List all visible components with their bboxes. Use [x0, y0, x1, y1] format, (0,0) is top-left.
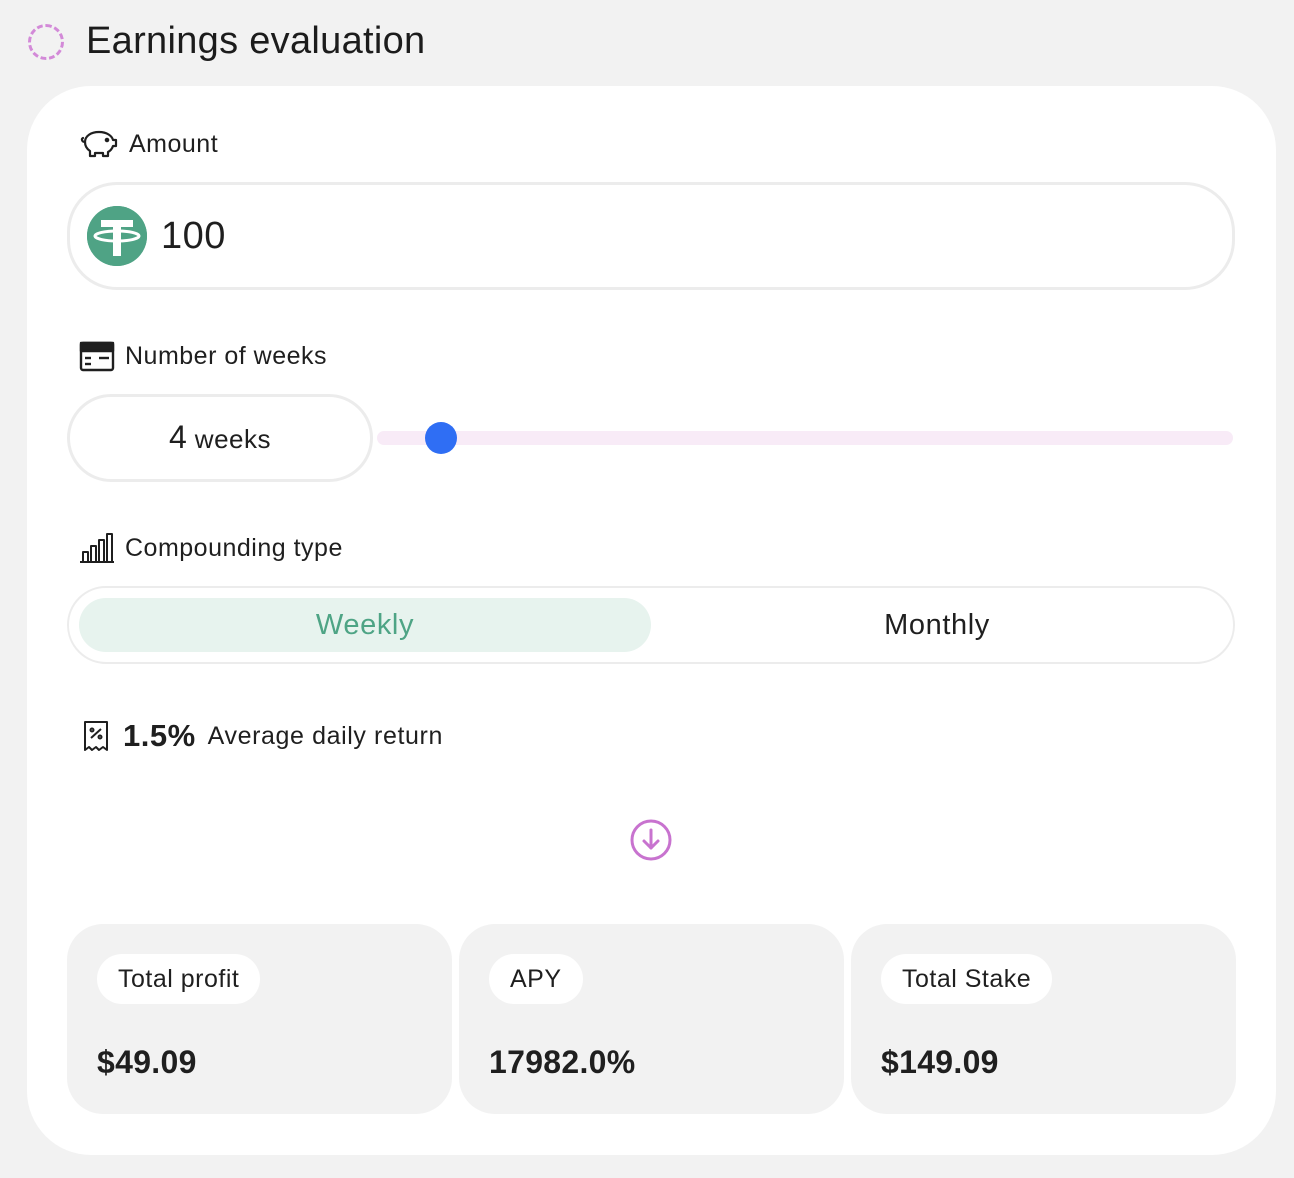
earnings-card: Amount 100 Number of weeks 4 weeks Compo… [27, 86, 1276, 1155]
page-header: Earnings evaluation [28, 20, 425, 63]
daily-return-row: 1.5% Average daily return [81, 718, 443, 754]
weeks-value[interactable]: 4 [169, 419, 187, 456]
weeks-slider-handle[interactable] [425, 422, 458, 454]
arrow-down-circle-icon [630, 819, 672, 861]
bar-chart-icon [80, 533, 114, 563]
compounding-toggle: Weekly Monthly [67, 586, 1235, 664]
compounding-label: Compounding type [125, 533, 343, 562]
piggy-bank-icon [80, 130, 118, 158]
apy-value: 17982.0% [489, 1044, 636, 1080]
daily-return-label: Average daily return [207, 721, 443, 750]
apy-label: APY [489, 954, 583, 1004]
amount-label: Amount [129, 129, 219, 158]
results-row: Total profit $49.09 APY 17982.0% Total S… [67, 924, 1236, 1114]
amount-label-row: Amount [79, 128, 218, 160]
total-stake-card: Total Stake $149.09 [851, 924, 1236, 1114]
amount-value[interactable]: 100 [161, 215, 226, 258]
page-title: Earnings evaluation [86, 20, 426, 62]
amount-input[interactable]: 100 [67, 182, 1235, 290]
loading-spinner-icon [28, 23, 64, 60]
total-profit-value: $49.09 [97, 1044, 197, 1080]
receipt-percent-icon [84, 721, 108, 751]
total-profit-card: Total profit $49.09 [67, 924, 452, 1114]
compounding-option-monthly[interactable]: Monthly [651, 598, 1223, 652]
compounding-label-row: Compounding type [79, 532, 343, 564]
total-profit-label: Total profit [97, 954, 261, 1004]
weeks-slider[interactable] [377, 422, 1233, 454]
apy-card: APY 17982.0% [459, 924, 844, 1114]
weeks-unit: weeks [194, 424, 271, 454]
calendar-icon [79, 341, 115, 372]
weeks-label: Number of weeks [125, 341, 328, 370]
compounding-option-weekly[interactable]: Weekly [79, 598, 651, 652]
weeks-input[interactable]: 4 weeks [67, 394, 373, 482]
daily-return-value: 1.5% [123, 718, 196, 753]
tether-icon [87, 206, 147, 266]
total-stake-label: Total Stake [881, 954, 1053, 1004]
total-stake-value: $149.09 [881, 1044, 999, 1080]
weeks-label-row: Number of weeks [79, 340, 327, 372]
